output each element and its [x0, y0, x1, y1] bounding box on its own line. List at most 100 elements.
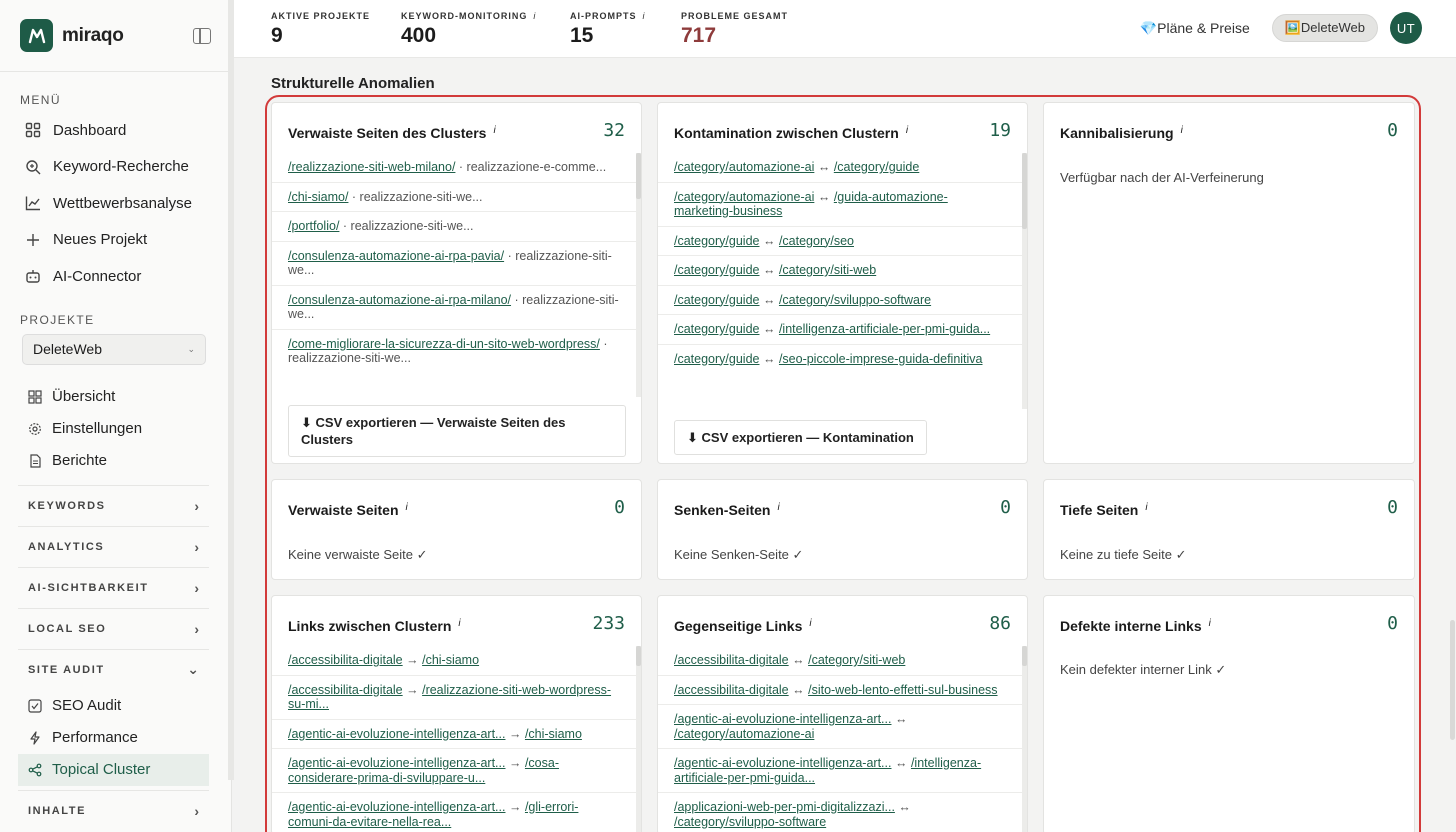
page-link[interactable]: /consulenza-automazione-ai-rpa-pavia/ — [288, 249, 504, 263]
page-link[interactable]: /seo-piccole-imprese-guida-definitiva — [779, 352, 983, 366]
page-link[interactable]: /accessibilita-digitale — [674, 653, 789, 667]
nav-item-keyword-research[interactable]: Keyword-Recherche — [0, 149, 231, 186]
page-link[interactable]: /category/sviluppo-software — [674, 815, 826, 829]
card-title: Verwaiste Seiten des Clusters i — [288, 125, 496, 141]
card-note: Keine zu tiefe Seite ✓ — [1060, 547, 1187, 562]
group-analytics[interactable]: ANALYTICS › — [18, 525, 209, 567]
page-link[interactable]: /sito-web-lento-effetti-sul-business — [808, 683, 997, 697]
project-pill-button[interactable]: 🖼️DeleteWeb — [1271, 14, 1378, 42]
page-link[interactable]: /category/siti-web — [779, 263, 876, 277]
card-title: Defekte interne Links i — [1060, 618, 1211, 634]
logo-icon[interactable] — [20, 19, 53, 52]
plans-pricing-link[interactable]: 💎Pläne & Preise — [1140, 20, 1250, 37]
stat-value: 15 — [570, 24, 594, 47]
page-link[interactable]: /consulenza-automazione-ai-rpa-milano/ — [288, 293, 511, 307]
group-label: LOCAL SEO — [28, 622, 107, 635]
nav-item-label: Keyword-Recherche — [53, 158, 189, 176]
list-scrollbar[interactable] — [636, 646, 641, 832]
avatar[interactable]: UT — [1390, 12, 1422, 44]
info-icon[interactable]: i — [1209, 618, 1211, 629]
page-link[interactable]: /category/seo — [779, 234, 854, 248]
info-icon[interactable]: i — [1145, 502, 1147, 513]
links-between-list[interactable]: /accessibilita-digitale → /chi-siamo /ac… — [272, 646, 641, 832]
page-link[interactable]: /category/guide — [674, 234, 759, 248]
mutual-links-list[interactable]: /accessibilita-digitale ↔ /category/siti… — [658, 646, 1027, 832]
page-link[interactable]: /agentic-ai-evoluzione-intelligenza-art.… — [288, 800, 505, 814]
page-link[interactable]: /category/guide — [674, 293, 759, 307]
page-link[interactable]: /category/guide — [674, 263, 759, 277]
sidebar-scrollbar[interactable] — [228, 0, 234, 780]
page-link[interactable]: /agentic-ai-evoluzione-intelligenza-art.… — [288, 756, 505, 770]
top-bar: AKTIVE PROJEKTE 9 KEYWORD-MONITORING i 40… — [234, 0, 1456, 58]
sidebar-toggle-icon[interactable] — [193, 27, 211, 44]
nav-item-seo-audit[interactable]: SEO Audit — [0, 690, 231, 722]
stat-label: PROBLEME GESAMT — [681, 11, 789, 21]
info-icon[interactable]: i — [458, 618, 460, 629]
list-item: /agentic-ai-evoluzione-intelligenza-art.… — [272, 793, 641, 832]
contamination-list[interactable]: /category/automazione-ai ↔ /category/gui… — [658, 153, 1027, 373]
page-link[interactable]: /category/automazione-ai — [674, 727, 814, 741]
group-site-audit[interactable]: SITE AUDIT ⌄ — [18, 648, 209, 690]
card-broken-internal-links: Defekte interne Links i 0 Kein defekter i… — [1043, 595, 1415, 832]
page-link[interactable]: /category/sviluppo-software — [779, 293, 931, 307]
info-icon[interactable]: i — [906, 125, 908, 136]
info-icon[interactable]: i — [809, 618, 811, 629]
nav-item-overview[interactable]: Übersicht — [0, 381, 231, 413]
nav-item-settings[interactable]: Einstellungen — [0, 413, 231, 445]
chevron-down-icon: ⌄ — [187, 343, 195, 354]
page-link[interactable]: /agentic-ai-evoluzione-intelligenza-art.… — [674, 712, 891, 726]
info-icon[interactable]: i — [406, 502, 408, 513]
page-link[interactable]: /chi-siamo — [525, 727, 582, 741]
nav-item-new-project[interactable]: Neues Projekt — [0, 222, 231, 259]
group-ai-visibility[interactable]: AI-SICHTBARKEIT › — [18, 566, 209, 608]
page-link[interactable]: /category/automazione-ai — [674, 190, 814, 204]
chevron-right-icon: › — [194, 497, 199, 514]
nav-item-reports[interactable]: Berichte — [0, 445, 231, 477]
page-link[interactable]: /accessibilita-digitale — [288, 683, 403, 697]
page-link[interactable]: /category/guide — [674, 352, 759, 366]
list-item: /portfolio/ · realizzazione-siti-we... — [272, 212, 641, 242]
page-link[interactable]: /applicazioni-web-per-pmi-digitalizzazi.… — [674, 800, 895, 814]
csv-export-orphan-cluster-button[interactable]: ⬇ CSV exportieren — Verwaiste Seiten des… — [288, 405, 626, 457]
page-link[interactable]: /accessibilita-digitale — [288, 653, 403, 667]
page-link[interactable]: /category/guide — [674, 322, 759, 336]
info-icon[interactable]: i — [777, 502, 779, 513]
group-local-seo[interactable]: LOCAL SEO › — [18, 607, 209, 649]
sidebar: miraqo MENÜ Dashboard Keyword-Recherche … — [0, 0, 232, 832]
page-link[interactable]: /chi-siamo/ — [288, 190, 348, 204]
card-count: 0 — [1387, 613, 1398, 634]
list-scrollbar[interactable] — [1022, 646, 1027, 832]
nav-item-competitor-analysis[interactable]: Wettbewerbsanalyse — [0, 185, 231, 222]
list-scrollbar[interactable] — [1022, 153, 1027, 409]
list-scrollbar[interactable] — [636, 153, 641, 397]
page-link[interactable]: /realizzazione-siti-web-milano/ — [288, 160, 455, 174]
nav-item-performance[interactable]: Performance — [0, 722, 231, 754]
nav-item-topical-cluster[interactable]: Topical Cluster — [18, 753, 209, 786]
logo-row: miraqo — [0, 0, 231, 72]
page-link[interactable]: /category/automazione-ai — [674, 160, 814, 174]
card-title: Gegenseitige Links i — [674, 618, 812, 634]
group-content[interactable]: INHALTE › — [18, 789, 209, 831]
card-cannibalization: Kannibalisierung i 0 Verfügbar nach der A… — [1043, 102, 1415, 464]
page-scrollbar[interactable] — [1450, 620, 1455, 740]
group-keywords[interactable]: KEYWORDS › — [18, 484, 209, 526]
page-link[interactable]: /agentic-ai-evoluzione-intelligenza-art.… — [674, 756, 891, 770]
info-icon[interactable]: i — [1181, 125, 1183, 136]
page-link[interactable]: /category/guide — [834, 160, 919, 174]
info-icon[interactable]: i — [533, 11, 536, 21]
info-icon[interactable]: i — [493, 125, 495, 136]
project-select[interactable]: DeleteWeb ⌄ — [22, 333, 206, 365]
csv-export-contamination-button[interactable]: ⬇ CSV exportieren — Kontamination — [674, 420, 927, 455]
page-link[interactable]: /come-migliorare-la-sicurezza-di-un-sito… — [288, 337, 600, 351]
nav-item-ai-connector[interactable]: AI-Connector — [0, 258, 231, 295]
page-link[interactable]: /accessibilita-digitale — [674, 683, 789, 697]
group-label: KEYWORDS — [28, 499, 106, 512]
page-link[interactable]: /agentic-ai-evoluzione-intelligenza-art.… — [288, 727, 505, 741]
page-link[interactable]: /category/siti-web — [808, 653, 905, 667]
info-icon[interactable]: i — [643, 11, 646, 21]
page-link[interactable]: /chi-siamo — [422, 653, 479, 667]
nav-item-dashboard[interactable]: Dashboard — [0, 112, 231, 149]
page-link[interactable]: /intelligenza-artificiale-per-pmi-guida.… — [779, 322, 990, 336]
page-link[interactable]: /portfolio/ — [288, 219, 339, 233]
orphan-cluster-list[interactable]: /realizzazione-siti-web-milano/ · realiz… — [272, 153, 641, 373]
